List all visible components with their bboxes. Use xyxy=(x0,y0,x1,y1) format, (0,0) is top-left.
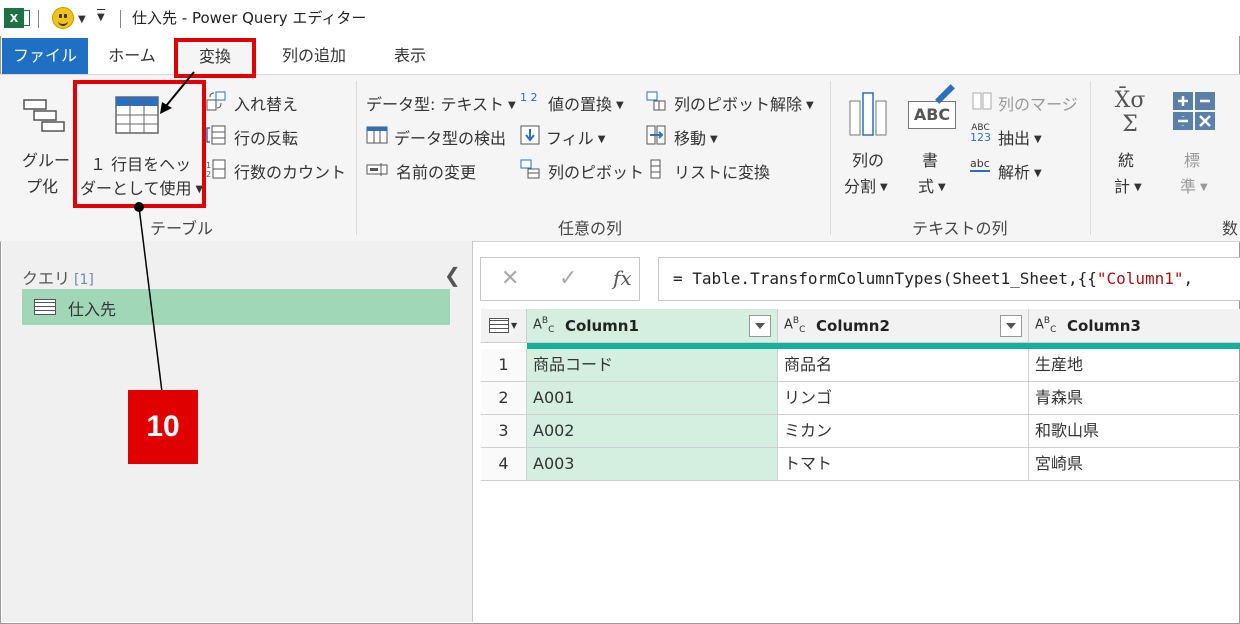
annotation-lines xyxy=(134,71,195,393)
step-callout: 10 xyxy=(128,390,198,464)
arrowhead-icon xyxy=(160,102,172,114)
annotation-arrow-line xyxy=(165,71,195,107)
annotation-leader-line xyxy=(138,206,163,393)
